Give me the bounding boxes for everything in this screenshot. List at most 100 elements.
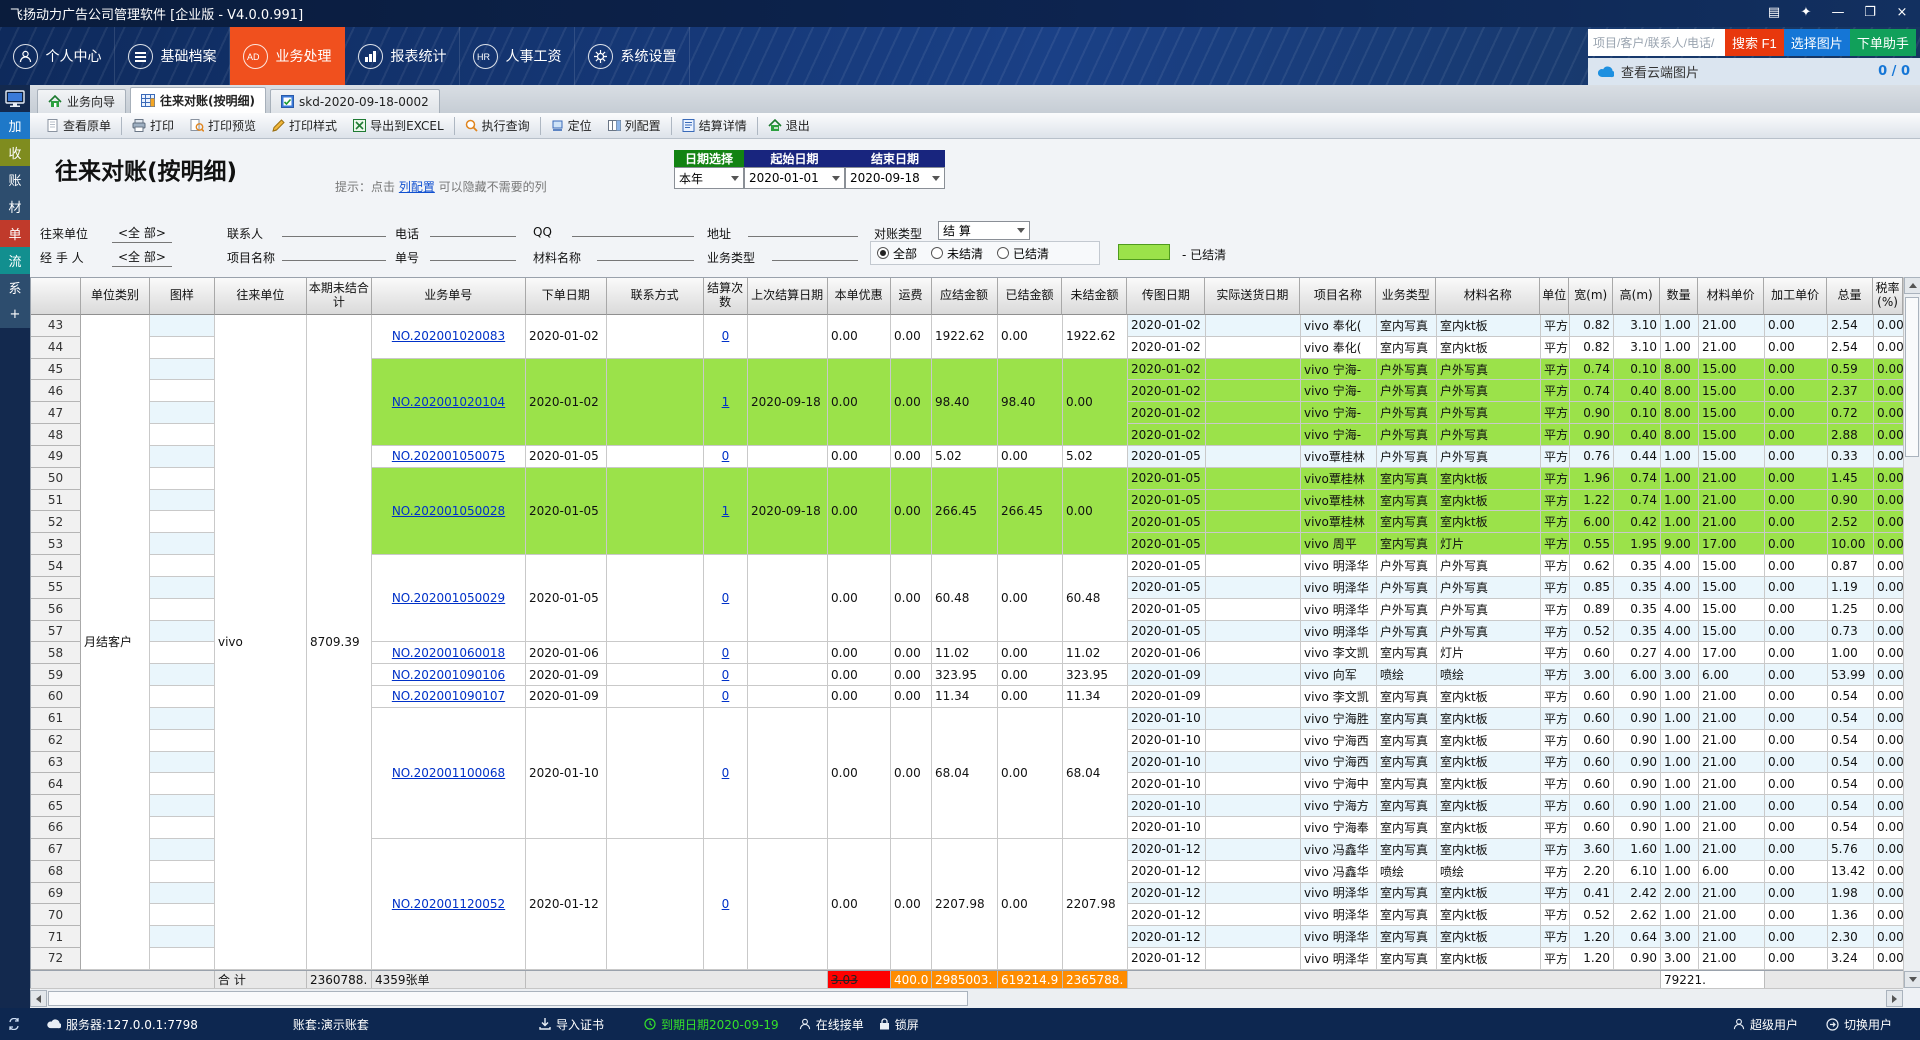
- column-header[interactable]: 联系方式: [607, 278, 704, 315]
- status-account-set[interactable]: 账套:演示账套: [293, 1016, 369, 1033]
- row-number[interactable]: 53: [31, 533, 81, 555]
- row-number[interactable]: 65: [31, 795, 81, 817]
- row-number[interactable]: 45: [31, 359, 81, 381]
- order-no-link[interactable]: NO.202001050028: [392, 504, 505, 518]
- order-no-link[interactable]: NO.202001050075: [392, 449, 505, 463]
- column-header[interactable]: 加工单价: [1764, 278, 1827, 315]
- sidebar-item-receive[interactable]: 收: [0, 139, 30, 166]
- tab-order-skd[interactable]: skd-2020-09-18-0002: [270, 89, 440, 113]
- settle-times-link[interactable]: 0: [722, 646, 730, 660]
- nav-item-hr-payroll[interactable]: HR 人事工资: [460, 27, 575, 85]
- sidebar-item-material[interactable]: 材: [0, 193, 30, 220]
- column-header[interactable]: [31, 278, 81, 315]
- close-button[interactable]: ×: [1890, 3, 1914, 21]
- row-number[interactable]: 55: [31, 577, 81, 599]
- pick-image-button[interactable]: 选择图片: [1784, 29, 1850, 56]
- order-no-link[interactable]: NO.202001020104: [392, 395, 505, 409]
- column-header[interactable]: 单位: [1540, 278, 1569, 315]
- start-date-select[interactable]: 2020-01-01: [744, 167, 845, 189]
- sidebar-item-add[interactable]: 加: [0, 112, 30, 139]
- run-query-button[interactable]: 执行查询: [457, 115, 538, 137]
- tab-business-wizard[interactable]: 业务向导: [37, 89, 126, 113]
- print-button[interactable]: 打印: [124, 115, 182, 137]
- settle-times-link[interactable]: 0: [722, 689, 730, 703]
- row-number[interactable]: 50: [31, 468, 81, 490]
- minimize-button[interactable]: —: [1826, 3, 1850, 21]
- sidebar-item-flow[interactable]: 流: [0, 247, 30, 274]
- row-number[interactable]: 63: [31, 752, 81, 774]
- column-header[interactable]: 税率(%): [1873, 278, 1903, 315]
- radio-all[interactable]: 全部: [877, 245, 917, 262]
- export-excel-button[interactable]: 导出到EXCEL: [345, 115, 452, 137]
- end-date-select[interactable]: 2020-09-18: [845, 167, 945, 189]
- settle-times-link[interactable]: 0: [722, 766, 730, 780]
- row-number[interactable]: 58: [31, 642, 81, 664]
- settle-times-link[interactable]: 0: [722, 449, 730, 463]
- row-number[interactable]: 43: [31, 315, 81, 337]
- row-number[interactable]: 56: [31, 599, 81, 621]
- row-number[interactable]: 69: [31, 883, 81, 905]
- project-input[interactable]: [282, 246, 386, 261]
- print-preview-button[interactable]: 打印预览: [182, 115, 264, 137]
- column-header[interactable]: 下单日期: [526, 278, 607, 315]
- print-style-button[interactable]: 打印样式: [264, 115, 345, 137]
- column-header[interactable]: 结算次数: [704, 278, 748, 315]
- settle-times-link[interactable]: 0: [722, 668, 730, 682]
- scroll-up-arrow-icon[interactable]: [1904, 277, 1920, 294]
- search-input[interactable]: [1588, 29, 1725, 56]
- scroll-left-arrow-icon[interactable]: [30, 990, 47, 1007]
- tab-reconciliation-detail[interactable]: 往来对账(按明细): [130, 87, 266, 113]
- column-header[interactable]: 单位类别: [81, 278, 150, 315]
- maximize-button[interactable]: ❐: [1858, 3, 1882, 21]
- radio-settled[interactable]: 已结清: [997, 245, 1049, 262]
- orderno-input[interactable]: [430, 246, 516, 261]
- settle-times-link[interactable]: 0: [722, 897, 730, 911]
- column-header[interactable]: 往来单位: [215, 278, 307, 315]
- contact-input[interactable]: [282, 222, 386, 237]
- row-number[interactable]: 67: [31, 839, 81, 861]
- column-header[interactable]: 已结金额: [998, 278, 1063, 315]
- status-super-user[interactable]: 超级用户: [1733, 1016, 1798, 1033]
- sidebar-item-monitor[interactable]: [0, 85, 30, 112]
- row-number[interactable]: 51: [31, 490, 81, 512]
- horizontal-scrollbar[interactable]: [30, 988, 1903, 1008]
- row-number[interactable]: 61: [31, 708, 81, 730]
- column-header[interactable]: 数量: [1660, 278, 1698, 315]
- search-button[interactable]: 搜索 F1: [1725, 29, 1784, 56]
- row-number[interactable]: 60: [31, 686, 81, 708]
- nav-item-business-processing[interactable]: AD 业务处理: [230, 27, 345, 85]
- sidebar-item-plus[interactable]: +: [0, 301, 30, 328]
- row-number[interactable]: 54: [31, 555, 81, 577]
- row-number[interactable]: 68: [31, 861, 81, 883]
- column-header[interactable]: 总量: [1827, 278, 1873, 315]
- order-no-link[interactable]: NO.202001100068: [392, 766, 505, 780]
- column-header[interactable]: 业务类型: [1376, 278, 1436, 315]
- column-header[interactable]: 实际送货日期: [1205, 278, 1300, 315]
- column-header[interactable]: 图样: [150, 278, 215, 315]
- column-header[interactable]: 高(m): [1613, 278, 1660, 315]
- status-switch-user[interactable]: 切换用户: [1826, 1016, 1892, 1033]
- row-number[interactable]: 62: [31, 730, 81, 752]
- column-header[interactable]: 本期未结合计: [307, 278, 372, 315]
- nav-item-system-settings[interactable]: 系统设置: [575, 27, 690, 85]
- status-connection[interactable]: [8, 1018, 25, 1030]
- column-header[interactable]: 材料名称: [1436, 278, 1540, 315]
- row-number[interactable]: 72: [31, 948, 81, 970]
- column-header[interactable]: 材料单价: [1698, 278, 1764, 315]
- row-number[interactable]: 48: [31, 424, 81, 446]
- recon-type-select[interactable]: 结 算: [938, 221, 1030, 240]
- column-header[interactable]: 项目名称: [1300, 278, 1376, 315]
- row-number[interactable]: 52: [31, 511, 81, 533]
- handler-filter[interactable]: <全 部>: [112, 248, 172, 267]
- column-header[interactable]: 宽(m): [1569, 278, 1613, 315]
- sidebar-item-order[interactable]: 单: [0, 220, 30, 247]
- column-header[interactable]: 业务单号: [372, 278, 526, 315]
- biztype-input[interactable]: [772, 246, 858, 261]
- column-config-link[interactable]: 列配置: [399, 180, 435, 194]
- radio-unsettled[interactable]: 未结清: [931, 245, 983, 262]
- column-config-button[interactable]: 列配置: [600, 115, 669, 137]
- row-number[interactable]: 59: [31, 664, 81, 686]
- sidebar-item-account[interactable]: 账: [0, 166, 30, 193]
- row-number[interactable]: 57: [31, 621, 81, 643]
- settle-times-link[interactable]: 0: [722, 329, 730, 343]
